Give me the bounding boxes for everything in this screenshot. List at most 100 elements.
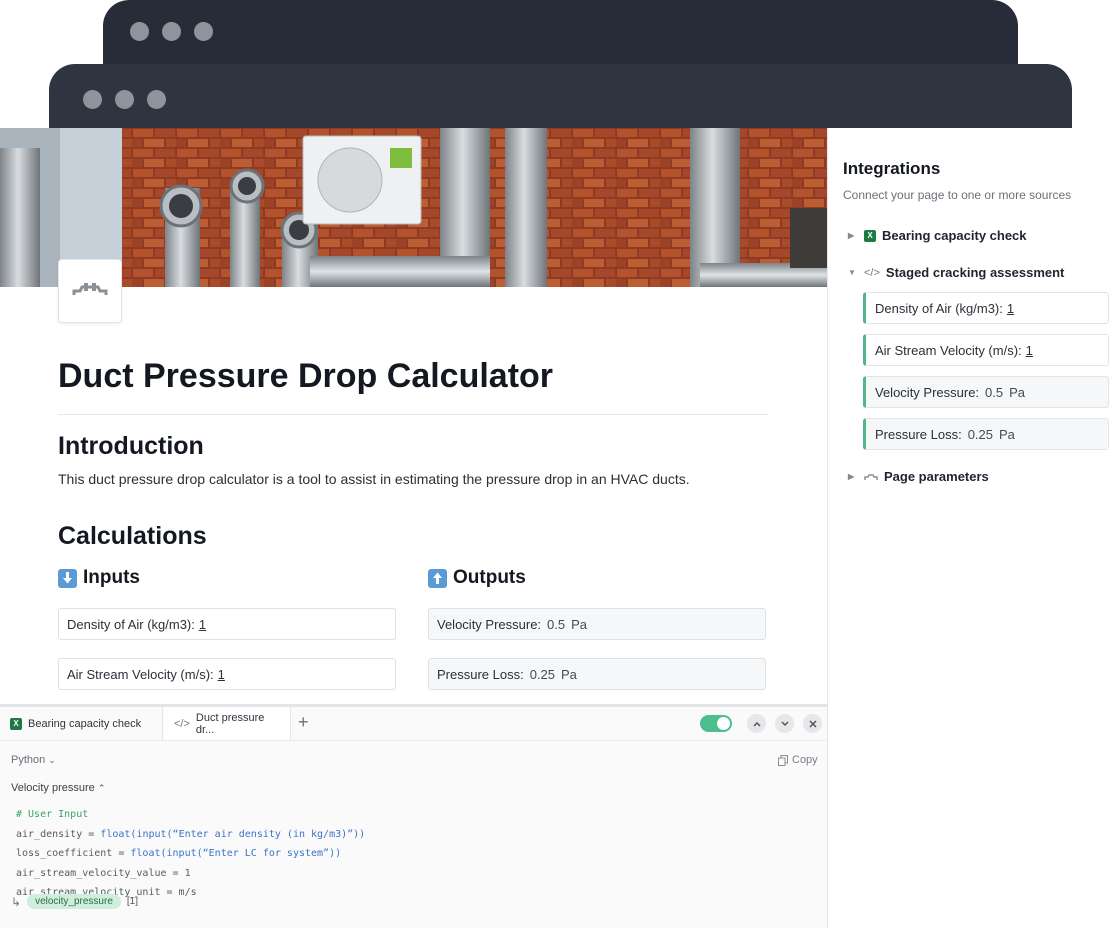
code-panel: X Bearing capacity check </> Duct pressu… — [0, 704, 827, 928]
input-density-of-air[interactable]: Density of Air (kg/m3): 1 — [58, 608, 396, 640]
title-divider — [58, 414, 768, 415]
sidebar-field-pressure-loss: Pressure Loss: 0.25 Pa — [863, 418, 1109, 450]
inputs-heading-label: Inputs — [83, 567, 140, 588]
sidebar-subtitle: Connect your page to one or more sources — [843, 188, 1072, 202]
sidebar-title: Integrations — [843, 159, 941, 178]
outputs-heading-label: Outputs — [453, 567, 526, 588]
field-label: Pressure Loss: — [875, 426, 962, 442]
excel-icon: X — [10, 717, 22, 730]
code-icon: </> — [174, 717, 190, 730]
field-label: Pressure Loss: — [437, 666, 524, 682]
return-arrow-icon: ↳ — [11, 894, 22, 909]
code-token: air_density = — [16, 828, 101, 840]
chevron-right-icon: ▶ — [848, 472, 855, 481]
code-line: air_stream_velocity_value = 1 — [16, 867, 191, 879]
field-label: Density of Air (kg/m3): — [875, 300, 1003, 316]
tab-bearing-capacity-check[interactable]: X Bearing capacity check — [0, 707, 163, 740]
window-dot — [194, 22, 213, 41]
down-arrow-icon — [58, 568, 77, 588]
output-pressure-loss: Pressure Loss: 0.25 Pa — [428, 658, 766, 690]
input-air-stream-velocity[interactable]: Air Stream Velocity (m/s): 1 — [58, 658, 396, 690]
add-tab-button[interactable]: + — [298, 712, 309, 733]
code-token: float(input(“Enter LC for system”)) — [130, 848, 342, 859]
close-icon — [808, 719, 817, 728]
code-block[interactable]: # User Input air_density = float(input(“… — [16, 805, 365, 903]
language-label: Python — [11, 754, 46, 766]
code-line: # User Input — [16, 809, 89, 820]
window-dot — [115, 90, 134, 109]
close-panel-button[interactable] — [803, 714, 822, 733]
field-value: 0.5 — [547, 616, 566, 632]
code-icon: </> — [864, 266, 880, 279]
output-velocity-pressure: Velocity Pressure: 0.5 Pa — [428, 608, 766, 640]
source-label: Staged cracking assessment — [885, 265, 1065, 280]
chevron-down-button[interactable] — [775, 714, 794, 733]
field-label: Velocity Pressure: — [437, 616, 542, 632]
app-window: Duct Pressure Drop Calculator Introducti… — [0, 128, 1120, 928]
window-dot — [130, 22, 149, 41]
introduction-text: This duct pressure drop calculator is a … — [58, 471, 690, 487]
page-banner-image — [0, 128, 827, 287]
field-unit: Pa — [999, 426, 1015, 442]
code-token: loss_coefficient = — [16, 848, 131, 859]
result-variable-pill[interactable]: velocity_pressure — [27, 894, 121, 909]
up-arrow-icon — [428, 568, 447, 588]
field-value: 0.5 — [985, 384, 1004, 400]
chevron-up-icon: ⌃ — [97, 783, 106, 793]
code-line: air_density = float(input(“Enter air den… — [16, 825, 365, 845]
tab-label: Bearing capacity check — [28, 717, 142, 730]
code-result: ↳ velocity_pressure [1] — [11, 894, 138, 909]
chevron-up-button[interactable] — [747, 714, 766, 733]
sync-toggle[interactable] — [700, 715, 732, 732]
sidebar-field-velocity-pressure: Velocity Pressure: 0.5 Pa — [863, 376, 1109, 408]
window-dot — [162, 22, 181, 41]
sidebar-field-density-of-air[interactable]: Density of Air (kg/m3): 1 — [863, 292, 1109, 324]
chevron-down-icon: ▼ — [848, 268, 856, 277]
code-tab-bar: X Bearing capacity check </> Duct pressu… — [0, 707, 827, 741]
copy-icon — [778, 754, 788, 766]
code-section-toggle[interactable]: Velocity pressure ⌃ — [11, 782, 105, 794]
source-label: Page parameters — [884, 469, 989, 484]
middle-window-chrome — [49, 64, 1072, 134]
chevron-down-icon: ⌄ — [48, 755, 56, 765]
outputs-heading: Outputs — [428, 567, 526, 589]
code-section-label: Velocity pressure — [11, 782, 95, 794]
code-line: loss_coefficient = float(input(“Enter LC… — [16, 844, 365, 864]
chevron-right-icon: ▶ — [848, 231, 855, 240]
field-value[interactable]: 1 — [199, 617, 206, 632]
chevron-down-icon — [780, 720, 789, 726]
field-label: Velocity Pressure: — [875, 384, 980, 400]
source-label: Bearing capacity check — [882, 228, 1027, 243]
field-unit: Pa — [561, 666, 577, 682]
page-title: Duct Pressure Drop Calculator — [58, 357, 554, 395]
excel-icon: X — [864, 229, 876, 242]
introduction-heading: Introduction — [58, 432, 204, 460]
source-staged-cracking-assessment[interactable]: ▼ </> Staged cracking assessment — [848, 265, 1064, 280]
inputs-heading: Inputs — [58, 567, 140, 589]
language-select[interactable]: Python ⌄ — [11, 754, 56, 766]
source-bearing-capacity-check[interactable]: ▶ X Bearing capacity check — [848, 228, 1027, 243]
integrations-sidebar: Integrations Connect your page to one or… — [827, 128, 1120, 928]
field-label: Air Stream Velocity (m/s): — [875, 342, 1022, 358]
field-value[interactable]: 1 — [1007, 301, 1014, 316]
page-logo[interactable] — [58, 259, 122, 323]
duct-logo-icon — [72, 283, 108, 295]
field-value: 0.25 — [967, 426, 994, 442]
tab-duct-pressure-drop[interactable]: </> Duct pressure dr... — [164, 707, 291, 740]
field-value: 0.25 — [529, 666, 556, 682]
field-value[interactable]: 1 — [1026, 343, 1033, 358]
field-unit: Pa — [1009, 384, 1026, 400]
field-label: Air Stream Velocity (m/s): — [67, 666, 214, 682]
copy-label: Copy — [792, 754, 818, 766]
copy-button[interactable]: Copy — [778, 754, 818, 766]
code-token: float(input(“Enter air density (in kg/m3… — [100, 828, 366, 840]
window-dot — [147, 90, 166, 109]
field-value[interactable]: 1 — [218, 667, 225, 682]
calculations-heading: Calculations — [58, 522, 207, 550]
sidebar-field-air-stream-velocity[interactable]: Air Stream Velocity (m/s): 1 — [863, 334, 1109, 366]
tab-label: Duct pressure dr... — [195, 711, 265, 736]
document-area: Duct Pressure Drop Calculator Introducti… — [0, 128, 827, 928]
field-label: Density of Air (kg/m3): — [67, 616, 195, 632]
source-page-parameters[interactable]: ▶ Page parameters — [848, 469, 989, 484]
field-unit: Pa — [571, 616, 588, 632]
